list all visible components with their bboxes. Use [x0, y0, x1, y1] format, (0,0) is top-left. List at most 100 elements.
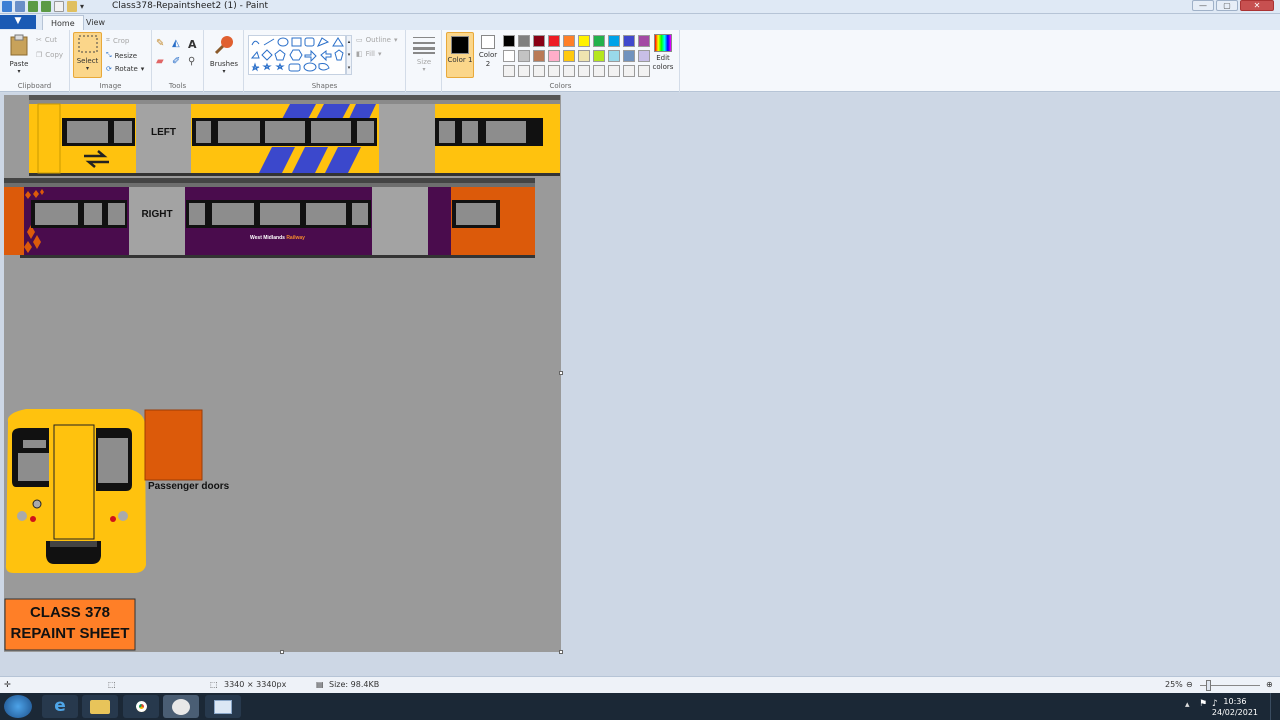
selection-size-icon: ⬚ [108, 680, 116, 689]
color-picker-icon[interactable]: ✐ [172, 56, 186, 72]
action-center-flag-icon[interactable]: ⚑ [1199, 699, 1207, 709]
brushes-button[interactable]: Brushes ▾ [209, 34, 239, 75]
size-button[interactable]: Size ▾ [411, 36, 437, 73]
text-tool-icon[interactable]: A [188, 38, 202, 54]
taskbar-chrome[interactable] [123, 695, 159, 718]
palette-swatch[interactable] [623, 65, 635, 77]
eraser-icon[interactable]: ▰ [156, 56, 170, 72]
taskbar-paint[interactable] [163, 695, 199, 718]
tools-group-label: Tools [168, 82, 187, 90]
fill-bucket-icon[interactable]: ◭ [172, 38, 186, 54]
passenger-doors-label: Passenger doors [148, 481, 230, 492]
palette-swatch[interactable] [503, 65, 515, 77]
palette-swatch[interactable] [563, 35, 575, 47]
fill-button[interactable]: ◧ Fill ▾ [356, 50, 382, 58]
copy-button[interactable]: ❐ Copy [36, 51, 63, 59]
palette-swatch[interactable] [623, 50, 635, 62]
color2-button[interactable]: Color 2 [476, 35, 500, 69]
taskbar-file-explorer[interactable] [82, 695, 118, 718]
taskbar-image-viewer[interactable] [205, 695, 241, 718]
palette-swatch[interactable] [578, 65, 590, 77]
shapes-scroll[interactable]: ▴ ▾ ▾ [346, 35, 352, 75]
palette-swatch[interactable] [638, 35, 650, 47]
zoom-in-button[interactable]: ⊕ [1266, 680, 1273, 689]
sheet-title: CLASS 378 REPAINT SHEET [5, 602, 135, 644]
customize-quick-access-icon[interactable]: ▾ [80, 1, 90, 12]
new-icon[interactable] [54, 1, 64, 12]
tab-view[interactable]: View [78, 15, 113, 30]
pencil-icon[interactable]: ✎ [156, 38, 170, 54]
palette-swatch[interactable] [503, 50, 515, 62]
palette-swatch[interactable] [518, 65, 530, 77]
paste-icon [10, 34, 28, 56]
palette-swatch[interactable] [548, 35, 560, 47]
taskbar-internet-explorer[interactable]: e [42, 695, 78, 718]
canvas-resize-handle-corner[interactable] [559, 650, 563, 654]
tools-group: ✎ ◭ A ▰ ✐ ⚲ Tools [152, 30, 204, 92]
start-button[interactable] [4, 695, 32, 718]
palette-swatch[interactable] [593, 50, 605, 62]
palette-swatch[interactable] [533, 65, 545, 77]
palette-swatch[interactable] [578, 35, 590, 47]
outline-button[interactable]: ▭ Outline ▾ [356, 36, 397, 44]
palette-swatch[interactable] [503, 35, 515, 47]
system-clock[interactable]: 10:36 24/02/2021 [1212, 696, 1258, 718]
clock-time: 10:36 [1223, 697, 1247, 706]
zoom-slider-thumb[interactable] [1206, 680, 1211, 691]
crop-button[interactable]: ⌗ Crop [106, 36, 129, 45]
close-button[interactable]: ✕ [1240, 0, 1274, 11]
clock-date: 24/02/2021 [1211, 708, 1258, 717]
show-hidden-icons[interactable]: ▴ [1185, 700, 1190, 710]
ribbon: Paste ▾ ✂ Cut ❐ Copy Clipboard Select ▾ ⌗ C… [0, 30, 1280, 92]
paste-button[interactable]: Paste ▾ [6, 34, 32, 75]
palette-swatch[interactable] [608, 65, 620, 77]
colors-group-label: Colors [549, 82, 572, 90]
palette-swatch[interactable] [548, 50, 560, 62]
color1-button[interactable]: Color 1 [446, 32, 474, 78]
rotate-button[interactable]: ⟳ Rotate ▾ [106, 65, 144, 73]
palette-swatch[interactable] [533, 35, 545, 47]
show-desktop-button[interactable] [1270, 693, 1280, 720]
palette-swatch[interactable] [518, 50, 530, 62]
drawing-canvas[interactable]: LEFT RIGHT West Midlands Railway Passeng… [4, 95, 561, 652]
minimize-button[interactable]: — [1192, 0, 1214, 11]
edit-colors-button[interactable]: Edit colors [648, 34, 678, 72]
left-side-label: LEFT [151, 127, 176, 138]
resize-button[interactable]: ⤡ Resize [106, 51, 137, 60]
palette-swatch[interactable] [563, 65, 575, 77]
color1-swatch [451, 36, 469, 54]
sheet-title-line1: CLASS 378 [29, 604, 111, 621]
palette-swatch[interactable] [518, 35, 530, 47]
canvas-resize-handle-right[interactable] [559, 371, 563, 375]
open-icon[interactable] [67, 1, 77, 12]
magnifier-icon[interactable]: ⚲ [188, 56, 202, 72]
undo-icon[interactable] [28, 1, 38, 12]
redo-icon[interactable] [41, 1, 51, 12]
palette-swatch[interactable] [593, 35, 605, 47]
palette-swatch[interactable] [593, 65, 605, 77]
palette-swatch[interactable] [638, 50, 650, 62]
window-title: Class378-Repaintsheet2 (1) - Paint [112, 1, 269, 11]
canvas-resize-handle-bottom[interactable] [280, 650, 284, 654]
palette-swatch[interactable] [623, 35, 635, 47]
palette-swatch[interactable] [578, 50, 590, 62]
shapes-gallery[interactable] [248, 35, 346, 75]
palette-swatch[interactable] [608, 35, 620, 47]
clipboard-group-label: Clipboard [17, 82, 52, 90]
palette-swatch[interactable] [563, 50, 575, 62]
internet-explorer-icon: e [54, 696, 66, 716]
zoom-out-button[interactable]: ⊖ [1186, 680, 1193, 689]
palette-swatch[interactable] [533, 50, 545, 62]
cut-button[interactable]: ✂ Cut [36, 36, 57, 44]
paint-app-icon[interactable] [2, 1, 12, 12]
maximize-button[interactable]: ▢ [1216, 0, 1238, 11]
title-bar: ▾ Class378-Repaintsheet2 (1) - Paint — ▢… [0, 0, 1280, 14]
palette-swatch[interactable] [638, 65, 650, 77]
workspace: LEFT RIGHT West Midlands Railway Passeng… [0, 93, 1280, 676]
select-button[interactable]: Select ▾ [73, 32, 102, 78]
file-menu-button[interactable]: ▼ [0, 15, 36, 29]
save-icon[interactable] [15, 1, 25, 12]
palette-swatch[interactable] [608, 50, 620, 62]
palette-swatch[interactable] [548, 65, 560, 77]
status-bar: ✛ ⬚ ⬚ 3340 × 3340px ▤ Size: 98.4KB 25% ⊖… [0, 676, 1280, 693]
